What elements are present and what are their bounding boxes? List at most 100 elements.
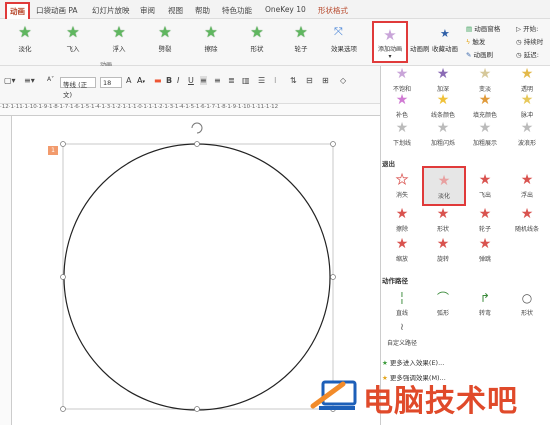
shapes-icon[interactable]: ◇ [340, 76, 346, 85]
font-family-select[interactable]: 等线 (正文) [60, 77, 96, 99]
star-icon: ★ [250, 23, 264, 41]
exit-fade[interactable]: ★ 淡化 [422, 166, 466, 206]
anim-brush-button[interactable]: ✎ 动画刷 [466, 49, 493, 59]
exit-section-title: 退出 [382, 160, 395, 168]
effect-fly-in[interactable]: ★ 飞入 [56, 23, 90, 53]
more-entrance-effects[interactable]: ★ 更多进入效果(E)... [382, 357, 444, 367]
tab-shape-format[interactable]: 形状格式 [318, 5, 348, 16]
rotate-handle-icon[interactable] [191, 122, 203, 134]
effect-shape[interactable]: ★ 形状 [240, 23, 274, 53]
exit-zoom[interactable]: ★ 缩放 [380, 236, 424, 263]
star-icon: ★ [436, 120, 450, 136]
tab-special[interactable]: 特色功能 [222, 5, 252, 16]
start-label: ▷ 开始: [516, 25, 539, 33]
resize-handle[interactable] [60, 141, 66, 147]
effect-split[interactable]: ★ 劈裂 [148, 23, 182, 53]
exit-float-out[interactable]: ★ 浮出 [505, 172, 549, 199]
anim-pane-button[interactable]: ▤ 动画窗格 [466, 23, 500, 33]
star-icon: ★ [436, 66, 450, 82]
underline-icon[interactable]: U [188, 76, 194, 85]
emph-bold-reveal[interactable]: ★ 加粗展示 [463, 120, 507, 147]
highlight-icon[interactable]: ▬ [154, 76, 162, 85]
emph-bold-flash[interactable]: ★ 加粗闪烁 [421, 120, 465, 147]
star-icon: ★ [158, 23, 172, 41]
tab-view[interactable]: 视图 [168, 5, 183, 16]
emph-fill-color[interactable]: ★ 填充颜色 [463, 92, 507, 119]
circle-shape[interactable] [63, 143, 331, 411]
effect-fade[interactable]: ★ 淡化 [8, 23, 42, 53]
emph-transparency[interactable]: ★ 透明 [505, 66, 549, 93]
emph-underline[interactable]: ★ 下划线 [380, 120, 424, 147]
text-direction-icon[interactable]: ⇅ [290, 76, 297, 85]
path-arc[interactable]: ⌒ 弧形 [421, 290, 465, 317]
resize-handle[interactable] [194, 141, 200, 147]
emph-pulse[interactable]: ★ 脉冲 [505, 92, 549, 119]
emph-wave[interactable]: ★ 波浪形 [505, 120, 549, 147]
star-icon: ★ [395, 66, 409, 82]
font-color-icon[interactable]: A▾ [137, 76, 145, 85]
resize-handle[interactable] [330, 274, 336, 280]
emph-lighten[interactable]: ★ 变淡 [463, 66, 507, 93]
exit-bounce[interactable]: ★ 弹跳 [463, 236, 507, 263]
path-custom[interactable]: ≀ 自定义路径 [380, 320, 424, 347]
exit-disappear[interactable]: ★ 消失 [380, 172, 424, 199]
align-text-icon[interactable]: ⊟ [306, 76, 313, 85]
font-toolbar: ▢▾ ≡▾ A˅ 等线 (正文) 18 A A▾ ▬ B I U ≡ ≡ ≣ ▥… [0, 66, 380, 104]
tab-help[interactable]: 帮助 [195, 5, 210, 16]
brush-icon: ✎ [466, 51, 472, 59]
italic-icon[interactable]: I [177, 76, 179, 85]
exit-wheel[interactable]: ★ 轮子 [463, 206, 507, 233]
resize-handle[interactable] [60, 406, 66, 412]
star-icon: ★ [66, 23, 80, 41]
effect-wipe[interactable]: ★ 擦除 [194, 23, 228, 53]
align-justify-icon[interactable]: ≣ [228, 76, 235, 85]
emph-desaturate[interactable]: ★ 不饱和 [380, 66, 424, 93]
bullets-icon[interactable]: ☰ [258, 76, 265, 85]
exit-random-bars[interactable]: ★ 随机线条 [505, 206, 549, 233]
pane-icon: ▤ [466, 25, 473, 33]
smartart-icon[interactable]: ⊞ [322, 76, 329, 85]
format-icon[interactable]: ≡▾ [24, 76, 35, 85]
lightning-icon: ϟ [466, 38, 471, 46]
star-icon: ★ [520, 66, 534, 82]
align-right-icon[interactable]: ≡ [214, 76, 221, 85]
ribbon-tab-bar: 动画 口袋动画 PA 幻灯片放映 审阅 视图 帮助 特色功能 OneKey 10… [0, 0, 550, 21]
path-turn[interactable]: ↱ 转弯 [463, 290, 507, 317]
delay-label: ◷ 延迟: [516, 51, 539, 59]
path-line[interactable]: ╎ 直线 [380, 290, 424, 317]
exit-wipe[interactable]: ★ 擦除 [380, 206, 424, 233]
exit-swivel[interactable]: ★ 旋转 [421, 236, 465, 263]
tab-slideshow[interactable]: 幻灯片放映 [92, 5, 130, 16]
emph-darken[interactable]: ★ 加深 [421, 66, 465, 93]
bold-icon[interactable]: B [166, 76, 172, 85]
resize-handle[interactable] [60, 274, 66, 280]
exit-shape[interactable]: ★ 形状 [421, 206, 465, 233]
resize-handle[interactable] [330, 141, 336, 147]
anim-painter-button[interactable]: 动画刷 [410, 43, 430, 53]
grow-font-icon[interactable]: A [126, 76, 131, 85]
columns-icon[interactable]: ▥ [242, 76, 250, 85]
effect-options-button[interactable]: 效果选项 [331, 43, 357, 53]
tab-review[interactable]: 审阅 [140, 5, 155, 16]
align-center-icon[interactable]: ≡ [200, 76, 207, 85]
font-size-select[interactable]: 18 [100, 77, 122, 88]
add-animation-button[interactable]: ★ 添加动画 ▾ [372, 21, 408, 63]
star-icon: ★ [294, 23, 308, 41]
effect-wheel[interactable]: ★ 轮子 [284, 23, 318, 53]
animation-ribbon: ★ 淡化 ★ 飞入 ★ 浮入 ★ 劈裂 ★ 擦除 ★ 形状 ★ 轮子 ⤧ 效果选项 动画刷 ★… [0, 19, 550, 66]
trigger-button[interactable]: ϟ 触发 [466, 36, 485, 46]
path-shape[interactable]: ○ 形状 [505, 290, 549, 317]
numbering-icon[interactable]: ⁝ [274, 76, 277, 85]
font-decrease-icon[interactable]: A˅ [47, 76, 54, 83]
exit-fly-out[interactable]: ★ 飞出 [463, 172, 507, 199]
tab-pocket-animation[interactable]: 口袋动画 PA [36, 5, 78, 16]
tab-onekey[interactable]: OneKey 10 [265, 5, 306, 14]
text-tools-icon[interactable]: ▢▾ [4, 76, 16, 85]
emph-complement[interactable]: ★ 补色 [380, 92, 424, 119]
emph-line-color[interactable]: ★ 线条颜色 [421, 92, 465, 119]
resize-handle[interactable] [194, 406, 200, 412]
star-icon: ★ [478, 206, 492, 222]
fav-anim-button[interactable]: 收藏动画 [432, 43, 458, 53]
effect-float-in[interactable]: ★ 浮入 [102, 23, 136, 53]
watermark: 电脑技术吧 [303, 372, 550, 419]
